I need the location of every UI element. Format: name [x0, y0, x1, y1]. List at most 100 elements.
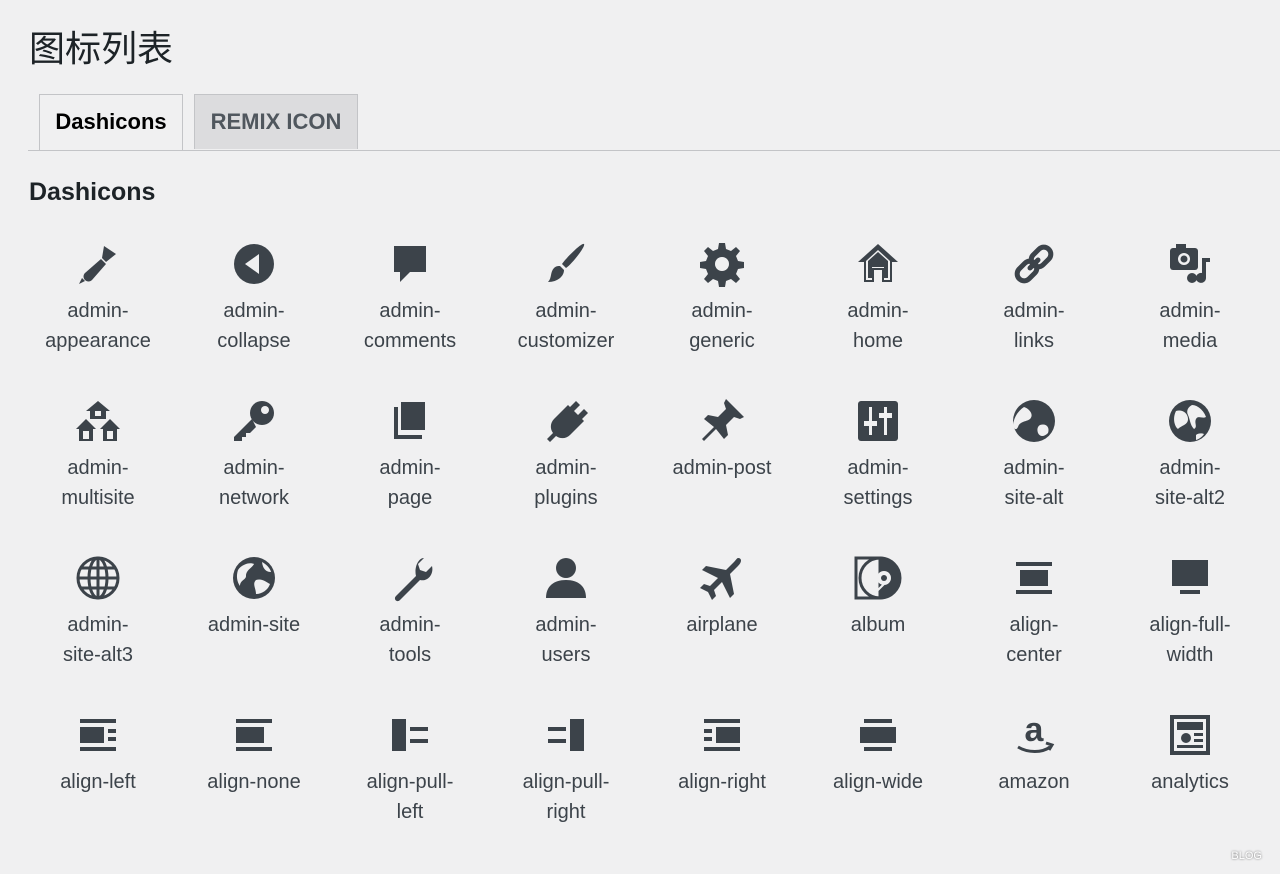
airplane-icon [698, 554, 746, 602]
section-title: Dashicons [29, 178, 156, 206]
icon-label: admin- tools [379, 614, 441, 666]
icon-item[interactable]: admin- appearance [20, 240, 176, 397]
wrench-icon [386, 554, 434, 602]
align-right-icon [698, 711, 746, 759]
icon-item[interactable]: admin- settings [800, 397, 956, 554]
watermark-text: BLOG [1231, 850, 1262, 862]
icon-grid: admin- appearance admin- collapse admin- c… [20, 240, 1268, 868]
icon-item[interactable]: align-left [20, 711, 176, 868]
icon-item[interactable]: admin-post [644, 397, 800, 554]
icon-item[interactable]: align- center [956, 554, 1112, 711]
align-pull-left-icon [386, 711, 434, 759]
icon-item[interactable]: align-wide [800, 711, 956, 868]
page-title: 图标列表 [29, 29, 174, 70]
analytics-icon [1166, 711, 1214, 759]
pushpin-icon [698, 397, 746, 445]
icon-item[interactable]: align-pull- left [332, 711, 488, 868]
globe-alt2-icon [1166, 397, 1214, 445]
icon-item[interactable]: align-pull- right [488, 711, 644, 868]
tab-remix-icon[interactable]: REMIX ICON [194, 94, 358, 149]
icon-label: admin-post [672, 457, 772, 479]
icon-item[interactable]: admin- tools [332, 554, 488, 711]
icon-label: admin- users [535, 614, 597, 666]
icon-item[interactable]: align-right [644, 711, 800, 868]
icon-item[interactable]: admin- home [800, 240, 956, 397]
icon-item[interactable]: admin- page [332, 397, 488, 554]
icon-label: admin- links [1003, 300, 1065, 352]
icon-label: airplane [686, 614, 758, 636]
align-full-width-icon [1166, 554, 1214, 602]
icon-item[interactable]: admin- generic [644, 240, 800, 397]
key-icon [230, 397, 278, 445]
icon-item[interactable]: admin- multisite [20, 397, 176, 554]
watermark: BLOG [1231, 850, 1262, 862]
tab-dashicons[interactable]: Dashicons [39, 94, 183, 150]
icon-item[interactable]: admin- site-alt2 [1112, 397, 1268, 554]
icon-item[interactable]: admin- links [956, 240, 1112, 397]
align-pull-right-icon [542, 711, 590, 759]
album-icon [854, 554, 902, 602]
icon-label: align-full- width [1149, 614, 1231, 666]
icon-item[interactable]: admin- site-alt [956, 397, 1112, 554]
globe-wire-icon [74, 554, 122, 602]
icon-item[interactable]: admin- media [1112, 240, 1268, 397]
icon-label: admin- site-alt2 [1154, 457, 1226, 509]
icon-label: admin- site-alt [1003, 457, 1065, 509]
align-wide-icon [854, 711, 902, 759]
sliders-icon [854, 397, 902, 445]
link-icon [1010, 240, 1058, 288]
icon-label: admin- plugins [534, 457, 598, 509]
gear-icon [698, 240, 746, 288]
tab-bar: Dashicons REMIX ICON [28, 94, 1280, 151]
user-icon [542, 554, 590, 602]
icon-item[interactable]: a amazon [956, 711, 1112, 868]
icon-label: align- center [1006, 614, 1062, 666]
collapse-icon [230, 240, 278, 288]
icon-label: align-pull- right [522, 771, 610, 823]
icon-label: admin- media [1159, 300, 1221, 352]
icon-label: align-pull- left [366, 771, 454, 823]
brush-icon [542, 240, 590, 288]
icon-label: admin- customizer [517, 300, 615, 352]
icon-label: admin- home [847, 300, 909, 352]
icon-item[interactable]: admin-site [176, 554, 332, 711]
icon-label: analytics [1151, 771, 1229, 793]
icon-label: align-none [207, 771, 301, 793]
icon-item[interactable]: admin- users [488, 554, 644, 711]
icon-item[interactable]: admin- customizer [488, 240, 644, 397]
icon-item[interactable]: admin- site-alt3 [20, 554, 176, 711]
icon-label: admin- settings [843, 457, 913, 509]
align-left-icon [74, 711, 122, 759]
icon-label: admin- generic [689, 300, 755, 352]
icon-label: admin- page [379, 457, 441, 509]
comment-icon [386, 240, 434, 288]
icon-item[interactable]: admin- comments [332, 240, 488, 397]
icon-item[interactable]: admin- network [176, 397, 332, 554]
icon-item[interactable]: align-full- width [1112, 554, 1268, 711]
icon-item[interactable]: airplane [644, 554, 800, 711]
icon-label: admin- collapse [217, 300, 291, 352]
icon-item[interactable]: album [800, 554, 956, 711]
icon-label: admin- multisite [61, 457, 135, 509]
icon-label: amazon [998, 771, 1070, 793]
multisite-icon [74, 397, 122, 445]
earth-icon [230, 554, 278, 602]
icon-label: align-right [678, 771, 766, 793]
globe-icon [1010, 397, 1058, 445]
amazon-icon: a [1010, 711, 1058, 759]
align-center-icon [1010, 554, 1058, 602]
pages-icon [386, 397, 434, 445]
icon-label: align-left [60, 771, 136, 793]
svg-text:a: a [1025, 711, 1045, 749]
home-icon [854, 240, 902, 288]
icon-item[interactable]: admin- collapse [176, 240, 332, 397]
icon-item[interactable]: align-none [176, 711, 332, 868]
icon-label: admin- appearance [45, 300, 151, 352]
icon-item[interactable]: admin- plugins [488, 397, 644, 554]
paintbrush-icon [74, 240, 122, 288]
media-icon [1166, 240, 1214, 288]
icon-item[interactable]: analytics [1112, 711, 1268, 868]
icon-label: admin- comments [363, 300, 457, 352]
icon-label: align-wide [832, 771, 924, 793]
icon-label: album [850, 614, 906, 636]
